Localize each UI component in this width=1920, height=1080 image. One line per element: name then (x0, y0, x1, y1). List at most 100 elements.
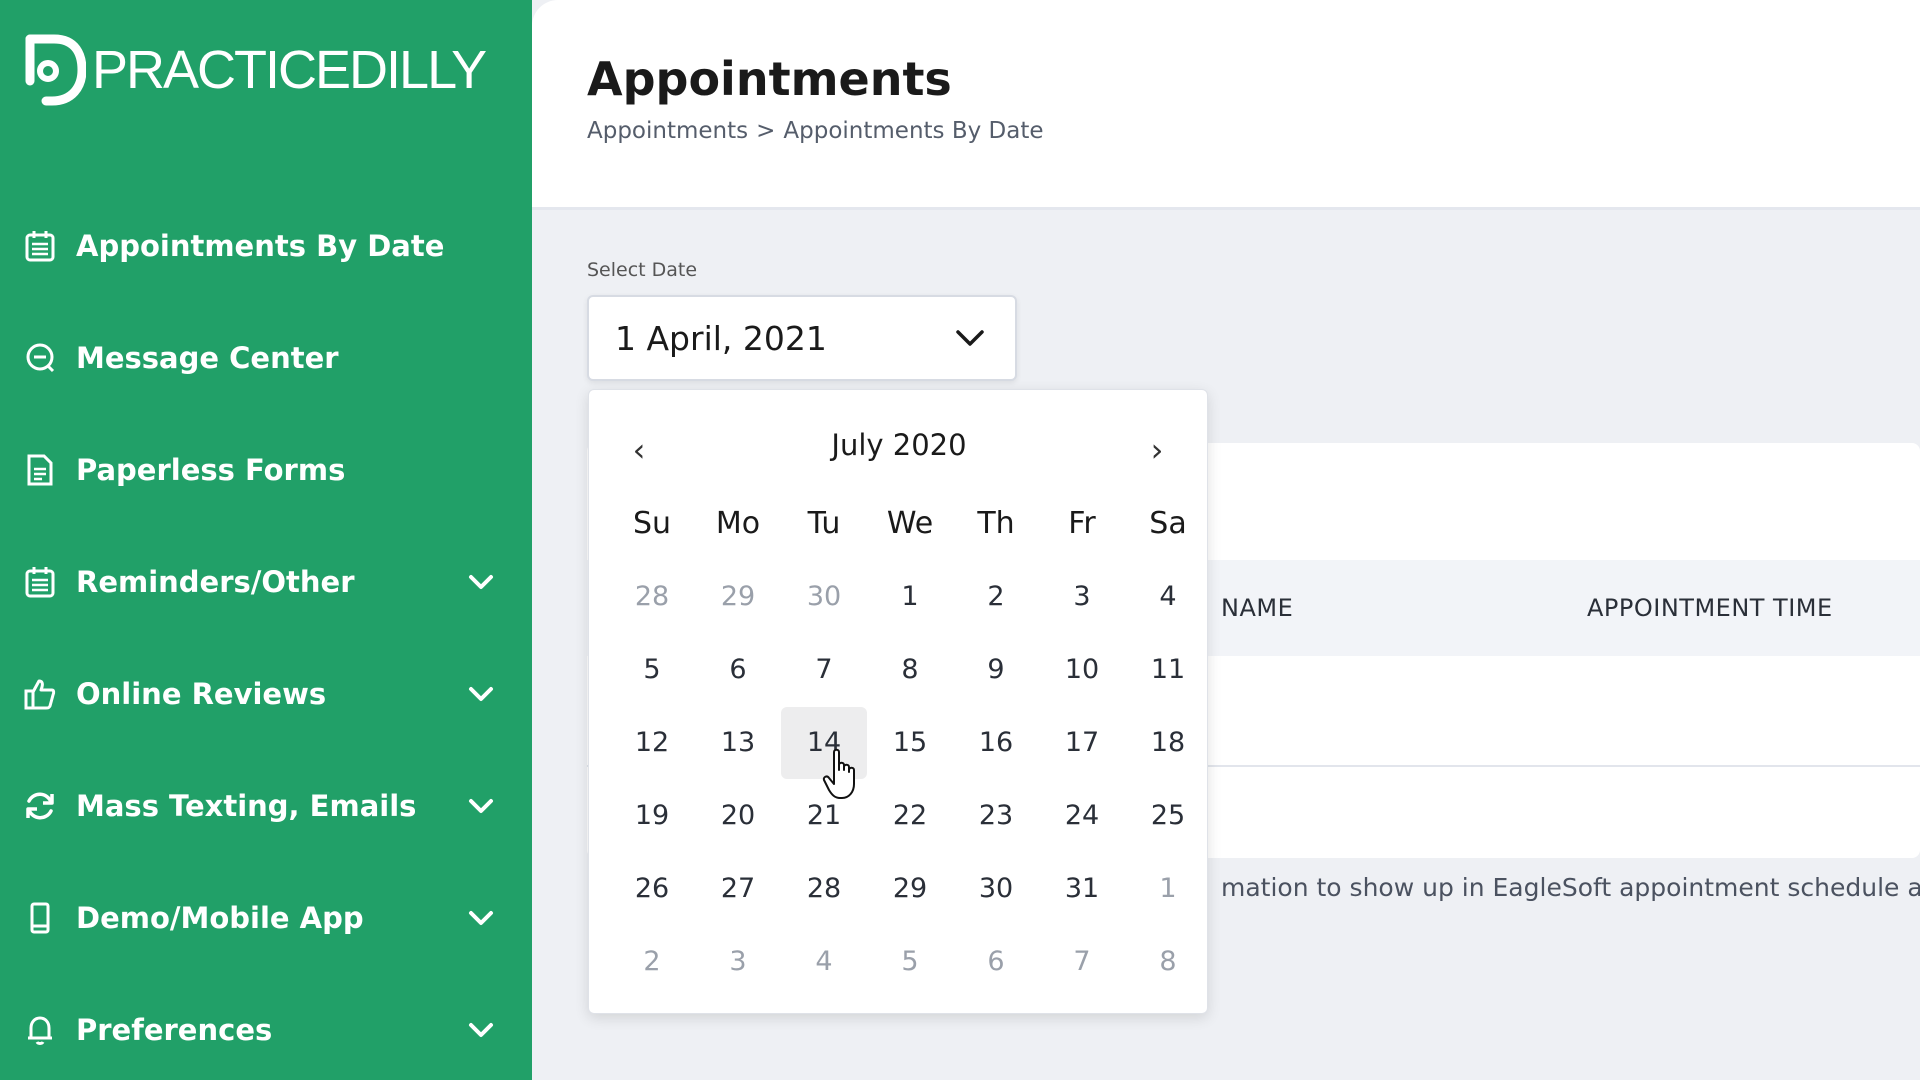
date-picker-calendar: ‹ July 2020 › Su Mo Tu We Th Fr Sa 28 29 30 1 2 3 4 5… (588, 389, 1208, 1014)
page-header: Appointments Appointments > Appointments… (532, 0, 1920, 210)
sidebar-item-appointments-by-date[interactable]: Appointments By Date (0, 190, 532, 302)
calendar-day[interactable]: 23 (953, 780, 1039, 852)
chevron-down-icon[interactable] (468, 570, 494, 594)
calendar-week-row: 2345678 (609, 925, 1211, 998)
sidebar-item-message-center[interactable]: Message Center (0, 302, 532, 414)
calendar-week-row: 19 20 21 22 23 24 25 (609, 779, 1211, 852)
breadcrumb-root-link[interactable]: Appointments (587, 118, 748, 144)
chevron-down-icon[interactable] (468, 794, 494, 818)
weekday-label: Th (977, 505, 1015, 541)
calendar-day[interactable]: 15 (867, 707, 953, 779)
calendar-day[interactable]: 17 (1039, 707, 1125, 779)
calendar-day[interactable]: 10 (1039, 634, 1125, 706)
sidebar-item-mass-texting-emails[interactable]: Mass Texting, Emails (0, 750, 532, 862)
calendar-day-other-month[interactable]: 6 (953, 926, 1039, 998)
column-header-appointment-time[interactable]: APPOINTMENT TIME (1587, 594, 1833, 622)
sidebar-item-online-reviews[interactable]: Online Reviews (0, 638, 532, 750)
sidebar-item-label: Paperless Forms (76, 453, 346, 487)
calendar-day-other-month[interactable]: 28 (609, 561, 695, 633)
document-icon (22, 452, 58, 488)
calendar-day[interactable]: 3 (1039, 561, 1125, 633)
calendar-day[interactable]: 11 (1125, 634, 1211, 706)
sidebar-item-reminders-other[interactable]: Reminders/Other (0, 526, 532, 638)
chat-icon (22, 340, 58, 376)
next-month-button[interactable]: › (1127, 420, 1187, 480)
calendar-day[interactable]: 16 (953, 707, 1039, 779)
calendar-day[interactable]: 6 (695, 634, 781, 706)
weekday-label: Mo (715, 505, 761, 541)
calendar-day[interactable]: 28 (781, 853, 867, 925)
calendar-day[interactable]: 12 (609, 707, 695, 779)
calendar-week-row: 26 27 28 29 30 31 1 (609, 852, 1211, 925)
calendar-day[interactable]: 1 (867, 561, 953, 633)
sidebar-item-label: Message Center (76, 341, 339, 375)
weekday-label: Fr (1068, 505, 1096, 541)
calendar-day-other-month[interactable]: 30 (781, 561, 867, 633)
calendar-icon (22, 228, 58, 264)
chevron-down-icon[interactable] (468, 682, 494, 706)
thumbs-up-icon (22, 676, 58, 712)
breadcrumb-current: Appointments By Date (783, 118, 1044, 144)
weekday-label: We (886, 505, 934, 541)
calendar-week-row: 5 6 7 8 9 10 11 (609, 633, 1211, 706)
calendar-day[interactable]: 19 (609, 780, 695, 852)
calendar-day-other-month[interactable]: 5 (867, 926, 953, 998)
calendar-day-other-month[interactable]: 2 (609, 926, 695, 998)
calendar-day[interactable]: 4 (1125, 561, 1211, 633)
calendar-day[interactable]: 27 (695, 853, 781, 925)
date-select-value: 1 April, 2021 (615, 318, 827, 358)
weekday-label: Sa (1149, 505, 1187, 541)
logo-icon (25, 34, 86, 106)
calendar-week-row: 28 29 30 1 2 3 4 (609, 560, 1211, 633)
calendar-day[interactable]: 31 (1039, 853, 1125, 925)
calendar-weeks: 28 29 30 1 2 3 4 5 6 7 8 9 10 11 12 13 14 15 16 17 18 19 20 21 2… (609, 560, 1211, 998)
calendar-day[interactable]: 7 (781, 634, 867, 706)
calendar-day[interactable]: 25 (1125, 780, 1211, 852)
sidebar: PRACTICEDILLY Appointments By Date Messa… (0, 0, 532, 1080)
sidebar-nav: Appointments By Date Message Center Pape… (0, 190, 532, 1080)
calendar-day[interactable]: 20 (695, 780, 781, 852)
calendar-day[interactable]: 8 (867, 634, 953, 706)
weekday-label: Su (632, 505, 672, 541)
weekday-label: Tu (807, 505, 841, 541)
calendar-grid: Su Mo Tu We Th Fr Sa 28 29 30 1 2 3 4 5 6 7 8 9 10 11 12 13 14… (609, 486, 1211, 998)
calendar-day[interactable]: 13 (695, 707, 781, 779)
sidebar-item-label: Demo/Mobile App (76, 901, 364, 935)
calendar-week-row: 12 13 14 15 16 17 18 (609, 706, 1211, 779)
sidebar-item-label: Online Reviews (76, 677, 327, 711)
brand-name: PRACTICEDILLY (92, 40, 487, 100)
calendar-month-label[interactable]: July 2020 (589, 428, 1209, 462)
sidebar-item-label: Appointments By Date (76, 229, 445, 263)
calendar-day-other-month[interactable]: 7 (1039, 926, 1125, 998)
select-date-label: Select Date (587, 259, 698, 281)
chevron-down-icon[interactable] (468, 906, 494, 930)
breadcrumb-separator: > (756, 118, 776, 144)
calendar-day[interactable]: 9 (953, 634, 1039, 706)
sidebar-item-paperless-forms[interactable]: Paperless Forms (0, 414, 532, 526)
calendar-day[interactable]: 30 (953, 853, 1039, 925)
sidebar-item-label: Reminders/Other (76, 565, 355, 599)
brand-logo[interactable]: PRACTICEDILLY (24, 30, 487, 110)
bell-icon (22, 1012, 58, 1048)
calendar-day[interactable]: 29 (867, 853, 953, 925)
calendar-day[interactable]: 24 (1039, 780, 1125, 852)
calendar-day[interactable]: 5 (609, 634, 695, 706)
calendar-day-other-month[interactable]: 1 (1125, 853, 1211, 925)
calendar-day-other-month[interactable]: 8 (1125, 926, 1211, 998)
calendar-day-other-month[interactable]: 3 (695, 926, 781, 998)
hand-cursor-icon (822, 748, 855, 799)
refresh-icon (22, 788, 58, 824)
calendar-day[interactable]: 22 (867, 780, 953, 852)
breadcrumb: Appointments > Appointments By Date (587, 118, 1044, 144)
calendar-day-other-month[interactable]: 29 (695, 561, 781, 633)
calendar-icon (22, 564, 58, 600)
sidebar-item-preferences[interactable]: Preferences (0, 974, 532, 1080)
date-select-input[interactable]: 1 April, 2021 (587, 295, 1017, 381)
calendar-day-other-month[interactable]: 4 (781, 926, 867, 998)
sidebar-item-demo-mobile-app[interactable]: Demo/Mobile App (0, 862, 532, 974)
calendar-day[interactable]: 18 (1125, 707, 1211, 779)
calendar-day[interactable]: 2 (953, 561, 1039, 633)
chevron-down-icon[interactable] (468, 1018, 494, 1042)
calendar-day[interactable]: 26 (609, 853, 695, 925)
column-header-name[interactable]: NAME (1221, 594, 1293, 622)
